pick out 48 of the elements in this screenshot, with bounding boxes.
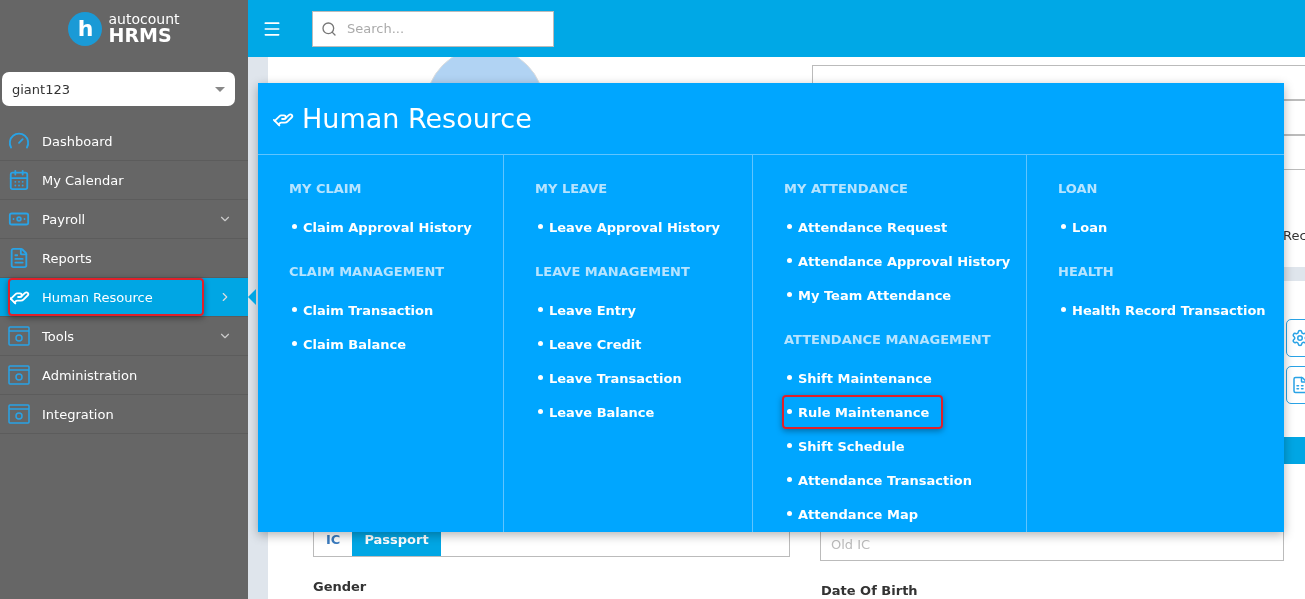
section-heading: LOAN xyxy=(1058,181,1099,196)
menu-link[interactable]: Claim Transaction xyxy=(287,293,448,327)
menu-link[interactable]: Attendance Request xyxy=(782,210,962,244)
search-bar[interactable]: Search... xyxy=(312,10,554,47)
sidebar-item[interactable]: Payroll xyxy=(0,200,248,239)
menu-link[interactable]: Leave Balance xyxy=(533,395,669,429)
section-heading: ATTENDANCE MANAGEMENT xyxy=(784,332,992,347)
sidebar-label: Integration xyxy=(42,406,115,422)
menu-link[interactable]: Attendance Map xyxy=(782,497,932,531)
sidebar-label: My Calendar xyxy=(42,172,125,188)
section-heading: CLAIM MANAGEMENT xyxy=(289,264,446,279)
menu-link[interactable]: Leave Credit xyxy=(533,327,656,361)
cut-label: Rec xyxy=(1283,228,1305,243)
menu-link[interactable]: Attendance Transaction xyxy=(782,463,986,497)
menu-link[interactable]: Claim Approval History xyxy=(287,210,486,244)
menu-link[interactable]: My Team Attendance xyxy=(782,278,966,312)
sidebar-label: Dashboard xyxy=(42,133,114,149)
menu-link[interactable]: Claim Balance xyxy=(287,327,420,361)
sidebar-item[interactable]: My Calendar xyxy=(0,161,248,200)
sidebar-label: Payroll xyxy=(42,211,87,227)
logo-text: autocount xyxy=(108,12,180,26)
menu-link[interactable]: Shift Schedule xyxy=(782,429,919,463)
section-heading: MY ATTENDANCE xyxy=(784,181,909,196)
sidebar-label: Tools xyxy=(42,328,76,344)
company-select[interactable]: giant123 xyxy=(2,72,235,106)
menu-link[interactable]: Leave Entry xyxy=(533,293,650,327)
section-heading: MY LEAVE xyxy=(535,181,609,196)
logo-product: HRMS xyxy=(108,26,173,45)
menu-title: Human Resource xyxy=(302,103,532,134)
menu-link[interactable]: Rule Maintenance xyxy=(782,395,944,429)
sidebar-item[interactable]: Integration xyxy=(0,395,248,434)
menu-link[interactable]: Health Record Transaction xyxy=(1056,293,1280,327)
section-heading: HEALTH xyxy=(1058,264,1115,279)
sidebar-label: Reports xyxy=(42,250,93,266)
menu-link[interactable]: Shift Maintenance xyxy=(782,361,946,395)
sidebar-item[interactable]: Tools xyxy=(0,317,248,356)
menu-link[interactable]: Loan xyxy=(1056,210,1122,244)
sidebar-label: Human Resource xyxy=(42,289,154,305)
logo-mark: h xyxy=(68,11,103,46)
section-heading: LEAVE MANAGEMENT xyxy=(535,264,691,279)
menu-link[interactable]: Leave Transaction xyxy=(533,361,696,395)
menu-link[interactable]: Attendance Approval History xyxy=(782,244,1025,278)
sidebar-label: Administration xyxy=(42,367,139,383)
sidebar-item[interactable]: Administration xyxy=(0,356,248,395)
section-heading: MY CLAIM xyxy=(289,181,363,196)
menu-link[interactable]: Leave Approval History xyxy=(533,210,735,244)
field-label: Gender xyxy=(313,579,368,594)
field-label: Date Of Birth xyxy=(821,583,919,598)
